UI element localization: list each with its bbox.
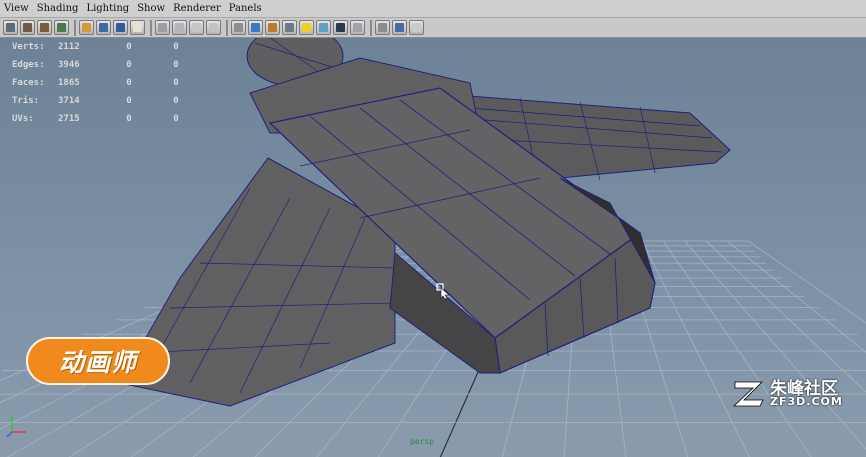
screen-space-ao-icon[interactable] [333, 20, 348, 35]
grease-pencil-icon[interactable] [113, 20, 128, 35]
film-gate-icon[interactable] [130, 20, 145, 35]
lock-camera-icon[interactable] [20, 20, 35, 35]
xray-joints-icon-glyph [412, 23, 421, 32]
hud-sel: 0 [126, 114, 132, 124]
motion-blur-icon-glyph [353, 23, 362, 32]
screen-space-ao-icon-glyph [336, 23, 345, 32]
hud-value: 3946 [58, 60, 80, 70]
hud-sel: 0 [126, 78, 132, 88]
camera-attributes-icon-glyph [40, 23, 49, 32]
smooth-shade-icon[interactable] [248, 20, 263, 35]
hud-label: Edges: [12, 60, 45, 70]
field-chart-icon[interactable] [189, 20, 204, 35]
select-camera-icon-glyph [6, 23, 15, 32]
grid-line [663, 240, 812, 457]
wireframe-icon[interactable] [231, 20, 246, 35]
hud-label: UVs: [12, 114, 34, 124]
toolbar-separator [370, 19, 372, 36]
film-gate-icon-glyph [133, 23, 142, 32]
image-plane-icon-glyph [82, 23, 91, 32]
watermark-badge: 动画师 [26, 337, 170, 385]
camera-attributes-icon[interactable] [37, 20, 52, 35]
resolution-gate-icon-glyph [158, 23, 167, 32]
hud-comp: 0 [173, 96, 179, 106]
textured-icon[interactable] [265, 20, 280, 35]
image-plane-icon[interactable] [79, 20, 94, 35]
grid-line [705, 240, 866, 393]
lights-icon[interactable] [299, 20, 314, 35]
hud-row-faces: Faces: 1865 0 0 [12, 74, 196, 92]
toolbar-separator [74, 19, 76, 36]
camera-name-label: persp [410, 437, 435, 446]
hud-label: Tris: [12, 96, 40, 106]
resolution-gate-icon[interactable] [155, 20, 170, 35]
xray-joints-icon[interactable] [409, 20, 424, 35]
hud-comp: 0 [173, 114, 179, 124]
menu-shading[interactable]: Shading [33, 0, 83, 17]
hud-sel: 0 [126, 42, 132, 52]
hud-row-uvs: UVs: 2715 0 0 [12, 110, 196, 128]
select-camera-icon[interactable] [3, 20, 18, 35]
lights-icon-glyph [302, 23, 311, 32]
xray-icon-glyph [395, 23, 404, 32]
menu-lighting[interactable]: Lighting [82, 0, 133, 17]
hud-comp: 0 [173, 42, 179, 52]
hud-value: 1865 [58, 78, 80, 88]
menu-bar: View Shading Lighting Show Renderer Panels [0, 0, 866, 18]
toolbar-separator [226, 19, 228, 36]
hud-sel: 0 [126, 60, 132, 70]
grid-line [641, 240, 750, 457]
view-axis-icon [6, 416, 26, 438]
hud-value: 2112 [58, 42, 80, 52]
two-d-pan-zoom-icon[interactable] [96, 20, 111, 35]
hud-row-tris: Tris: 3714 0 0 [12, 92, 196, 110]
hud-value: 3714 [58, 96, 80, 106]
shadows-icon-glyph [319, 23, 328, 32]
gate-mask-icon-glyph [175, 23, 184, 32]
hud-value: 2715 [58, 114, 80, 124]
menu-panels[interactable]: Panels [225, 0, 266, 17]
smooth-shade-icon-glyph [251, 23, 260, 32]
site-watermark: 朱峰社区 ZF3D.COM [732, 372, 858, 412]
isolate-select-icon[interactable] [375, 20, 390, 35]
move-cursor-icon [436, 283, 450, 299]
menu-renderer[interactable]: Renderer [169, 0, 225, 17]
hud-label: Faces: [12, 78, 45, 88]
safe-action-icon[interactable] [206, 20, 221, 35]
use-default-material-icon[interactable] [282, 20, 297, 35]
hud-comp: 0 [173, 60, 179, 70]
poly-count-hud: Verts: 2112 0 0 Edges: 3946 0 0 Faces: 1865 0 0 Tris… [12, 38, 196, 128]
panel-toolbar [0, 18, 866, 38]
gate-mask-icon[interactable] [172, 20, 187, 35]
menu-show[interactable]: Show [133, 0, 169, 17]
two-d-pan-zoom-icon-glyph [99, 23, 108, 32]
hud-sel: 0 [126, 96, 132, 106]
safe-action-icon-glyph [209, 23, 218, 32]
isolate-select-icon-glyph [378, 23, 387, 32]
field-chart-icon-glyph [192, 23, 201, 32]
grid-line [684, 240, 866, 450]
hud-label: Verts: [12, 42, 45, 52]
toolbar-separator [150, 19, 152, 36]
shadows-icon[interactable] [316, 20, 331, 35]
bookmark-icon-glyph [57, 23, 66, 32]
hud-row-verts: Verts: 2112 0 0 [12, 38, 196, 56]
hud-comp: 0 [173, 78, 179, 88]
lock-camera-icon-glyph [23, 23, 32, 32]
site-url: ZF3D.COM [770, 395, 843, 408]
wireframe-icon-glyph [234, 23, 243, 32]
hud-row-edges: Edges: 3946 0 0 [12, 56, 196, 74]
menu-view[interactable]: View [0, 0, 33, 17]
xray-icon[interactable] [392, 20, 407, 35]
motion-blur-icon[interactable] [350, 20, 365, 35]
grid-line [748, 240, 866, 324]
use-default-material-icon-glyph [285, 23, 294, 32]
grease-pencil-icon-glyph [116, 23, 125, 32]
bookmark-icon[interactable] [54, 20, 69, 35]
z-logo-icon [732, 381, 764, 407]
textured-icon-glyph [268, 23, 277, 32]
